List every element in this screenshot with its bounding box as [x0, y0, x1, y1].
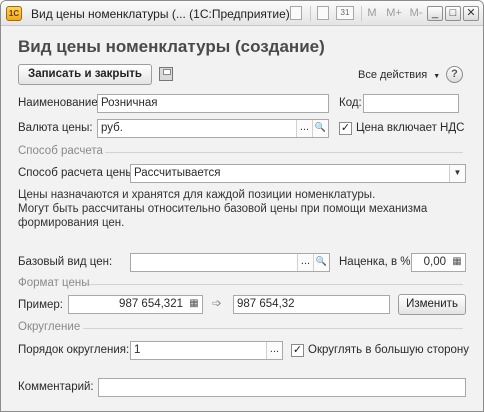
ellipsis-icon[interactable]: ... [266, 342, 282, 359]
description-line-3: формирования цен. [18, 217, 125, 229]
code-label: Код: [339, 97, 362, 109]
example-value: 987 654,321 [119, 298, 183, 310]
save-and-close-button[interactable]: Записать и закрыть [18, 64, 152, 85]
base-price-type-input[interactable]: ... 🔍 [130, 253, 330, 272]
calculator-icon[interactable]: ▦ [186, 296, 202, 313]
window-title: Вид цены номенклатуры (... (1С:Предприят… [31, 7, 290, 21]
memory-button[interactable]: M [365, 5, 379, 22]
calc-method-select[interactable]: Рассчитывается ▼ [130, 164, 466, 183]
search-icon[interactable]: 🔍 [313, 254, 329, 271]
example-label: Пример: [18, 299, 63, 311]
maximize-button[interactable]: □ [445, 6, 461, 21]
round-up-label: Округлять в большую сторону [308, 344, 470, 356]
calc-method-value: Рассчитывается [134, 167, 221, 179]
memory-plus-button[interactable]: M+ [384, 5, 404, 22]
chevron-down-icon: ▼ [433, 73, 441, 80]
code-input[interactable] [363, 94, 459, 113]
base-price-type-label: Базовый вид цен: [18, 256, 113, 268]
help-icon[interactable]: ? [446, 66, 463, 83]
change-format-button[interactable]: Изменить [398, 294, 466, 315]
currency-input[interactable]: руб. ... 🔍 [97, 119, 329, 138]
currency-label: Валюта цены: [18, 122, 93, 134]
markup-value: 0,00 [423, 256, 446, 268]
app-logo-icon: 1С [6, 6, 22, 21]
calculator-icon[interactable] [317, 6, 329, 20]
page-title: Вид цены номенклатуры (создание) [18, 37, 325, 56]
ellipsis-icon[interactable]: ... [296, 120, 312, 137]
comment-label: Комментарий: [18, 381, 94, 393]
calc-method-group-title: Способ расчета [18, 145, 103, 157]
form-window: 1С Вид цены номенклатуры (... (1С:Предпр… [0, 0, 484, 412]
name-label: Наименование: [18, 97, 101, 109]
title-bar: 1С Вид цены номенклатуры (... (1С:Предпр… [1, 1, 483, 26]
rounding-order-label: Порядок округления: [18, 344, 130, 356]
round-up-checkbox[interactable]: ✓ [291, 344, 304, 357]
dropdown-icon[interactable]: ▼ [449, 165, 465, 182]
vat-checkbox[interactable]: ✓ [339, 122, 352, 135]
markup-label: Наценка, в %: [339, 256, 414, 268]
arrow-right-icon: ➩ [212, 296, 223, 310]
close-button[interactable]: ✕ [463, 6, 479, 21]
rounding-order-input[interactable]: 1 ... [130, 341, 283, 360]
currency-value: руб. [101, 122, 123, 134]
calendar-icon[interactable]: 31 [336, 6, 354, 20]
description-line-2: Могут быть рассчитаны относительно базов… [18, 203, 428, 215]
ellipsis-icon[interactable]: ... [297, 254, 313, 271]
memory-minus-button[interactable]: M- [407, 5, 425, 22]
name-input[interactable]: Розничная [97, 94, 329, 113]
comment-input[interactable] [98, 378, 466, 397]
search-icon[interactable]: 🔍 [312, 120, 328, 137]
example-input[interactable]: 987 654,321 ▦ [68, 295, 203, 314]
all-actions-label: Все действия [358, 69, 428, 81]
markup-input[interactable]: 0,00 ▦ [411, 253, 466, 272]
document-icon[interactable] [290, 6, 302, 20]
calculator-icon[interactable]: ▦ [449, 254, 465, 271]
all-actions-menu[interactable]: Все действия ▼ [358, 69, 440, 81]
save-icon[interactable] [159, 67, 173, 81]
vat-label: Цена включает НДС [356, 122, 465, 134]
description-line-1: Цены назначаются и хранятся для каждой п… [18, 189, 376, 201]
price-format-group-title: Формат цены [18, 277, 90, 289]
rounding-group-title: Округление [18, 321, 81, 333]
formatted-result-field: 987 654,32 [233, 295, 390, 314]
minimize-button[interactable]: _ [427, 6, 443, 21]
rounding-order-value: 1 [134, 344, 141, 356]
calc-method-label: Способ расчета цены: [18, 167, 137, 179]
